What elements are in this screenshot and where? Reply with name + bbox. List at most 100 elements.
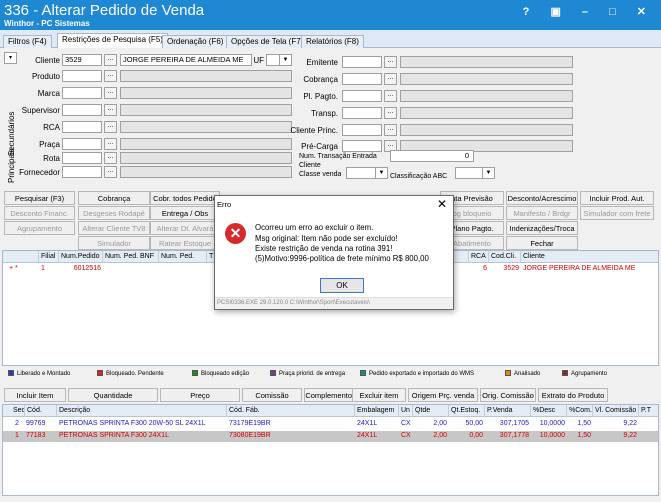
indenizacoes-troca-button[interactable]: Indenizações/Troca — [506, 221, 578, 235]
precarga-field[interactable] — [342, 140, 382, 152]
cobranca-field[interactable] — [342, 73, 382, 85]
rca-search-button[interactable]: … — [104, 121, 117, 133]
col-com[interactable]: %Com. — [567, 405, 593, 417]
row-marker[interactable]: + * — [9, 264, 18, 274]
alterar-cliente-tv8-button[interactable]: Alterar Cliente TV8 — [78, 221, 150, 235]
legend-label: Liberado e Montado — [17, 371, 71, 377]
incluir-item-button[interactable]: Incluir Item — [4, 388, 66, 402]
col-cliente[interactable]: Cliente — [521, 251, 658, 263]
rota-search-button[interactable]: … — [104, 152, 117, 164]
plpagto-search-button[interactable]: … — [384, 90, 397, 102]
close-icon[interactable]: ✕ — [437, 197, 447, 211]
excluir-item-button[interactable]: Excluir item — [352, 388, 406, 402]
produto-search-button[interactable]: … — [104, 70, 117, 82]
col-vl-comissao[interactable]: Vl. Comissão — [593, 405, 639, 417]
orig-comissao-button[interactable]: Orig. Comissão — [480, 388, 536, 402]
praca-field[interactable] — [62, 138, 102, 150]
transp-field[interactable] — [342, 107, 382, 119]
emitente-search-button[interactable]: … — [384, 56, 397, 68]
col-descricao[interactable]: Descrição — [57, 405, 227, 417]
legend-label: Bloqueado. Pendente — [106, 371, 164, 377]
cliente-princ-field[interactable] — [342, 124, 382, 136]
col-desc-pct[interactable]: %Desc — [531, 405, 567, 417]
praca-search-button[interactable]: … — [104, 138, 117, 150]
transp-search-button[interactable]: … — [384, 107, 397, 119]
cell-sec: 2 — [15, 420, 19, 427]
col-num-ped[interactable]: Num. Ped. — [159, 251, 207, 263]
cobr-todos-pedido-button[interactable]: Cobr. todos Pedido — [150, 191, 220, 205]
ok-button[interactable]: OK — [320, 278, 364, 293]
classe-venda-dropdown-icon[interactable]: ▼ — [375, 167, 388, 179]
desconto-acrescimo-button[interactable]: Desconto/Acrescimo — [506, 191, 578, 205]
classificacao-abc-dropdown-icon[interactable]: ▼ — [482, 167, 495, 179]
col-cod-cli[interactable]: Cod.Cli. — [489, 251, 521, 263]
cliente-code-field[interactable]: 3529 — [62, 54, 102, 66]
ratear-estoque-button[interactable]: Ratear Estoque — [150, 236, 220, 250]
tab-opcoes[interactable]: Opções de Tela (F7) — [226, 35, 309, 48]
cell-filial: 1 — [41, 265, 45, 272]
col-un[interactable]: Un — [399, 405, 413, 417]
col-num-pedido[interactable]: Num.Pedido — [59, 251, 103, 263]
agrupamento-button[interactable]: Agrupamento — [4, 221, 75, 235]
fechar-button[interactable]: Fechar — [506, 236, 578, 250]
cliente-search-button[interactable]: … — [104, 54, 117, 66]
item-row[interactable]: 2 99769 PETRONAS SPRINTA F300 20W-50 SL … — [3, 419, 658, 430]
col-qt-estoq[interactable]: Qt.Estoq. — [449, 405, 485, 417]
rca-field[interactable] — [62, 121, 102, 133]
simulador-button[interactable]: Simulador — [78, 236, 150, 250]
manifesto-button[interactable]: Manifesto / Brdgr — [506, 206, 578, 220]
window-controls[interactable]: ? ▣ – □ ✕ — [523, 5, 655, 18]
pesquisar-button[interactable]: Pesquisar (F3) — [4, 191, 75, 205]
origem-prc-venda-button[interactable]: Origem Prç. venda — [408, 388, 478, 402]
fornecedor-field[interactable] — [62, 166, 102, 178]
num-transacao-field[interactable]: 0 — [390, 150, 474, 162]
emitente-field[interactable] — [342, 56, 382, 68]
tab-ordenacao[interactable]: Ordenação (F6) — [162, 35, 229, 48]
supervisor-search-button[interactable]: … — [104, 104, 117, 116]
quantidade-button[interactable]: Quantidade — [68, 388, 158, 402]
desgeses-rodape-button[interactable]: Desgeses Rodapé — [78, 206, 150, 220]
col-cod[interactable]: Cód. — [25, 405, 57, 417]
col-sec[interactable]: Sec — [11, 405, 25, 417]
tab-relatorios[interactable]: Relatórios (F8) — [301, 35, 364, 48]
tab-bar: Filtros (F4) Restrições de Pesquisa (F5)… — [0, 30, 661, 48]
marca-search-button[interactable]: … — [104, 87, 117, 99]
marca-field[interactable] — [62, 87, 102, 99]
marca-desc — [120, 87, 292, 99]
legend-swatch — [192, 370, 198, 376]
plpagto-field[interactable] — [342, 90, 382, 102]
supervisor-field[interactable] — [62, 104, 102, 116]
cell-vl-comissao: 9,22 — [623, 432, 637, 439]
entrega-obs-button[interactable]: Entrega / Obs — [150, 206, 220, 220]
incluir-prod-aut-button[interactable]: Incluir Prod. Aut. — [580, 191, 654, 205]
simulador-com-frete-button[interactable]: Simulador com frete — [580, 206, 654, 220]
produto-field[interactable] — [62, 70, 102, 82]
fornecedor-search-button[interactable]: … — [104, 166, 117, 178]
col-num-ped-bnf[interactable]: Num. Ped. BNF — [103, 251, 159, 263]
col-p-venda[interactable]: P.Venda — [485, 405, 531, 417]
desconto-financ-button[interactable]: Desconto Financ. — [4, 206, 75, 220]
rota-field[interactable] — [62, 152, 102, 164]
window-title: 336 - Alterar Pedido de Venda — [4, 2, 205, 19]
col-rca[interactable]: RCA — [469, 251, 489, 263]
cell-qtde: 2,00 — [433, 420, 447, 427]
tab-filtros[interactable]: Filtros (F4) — [3, 35, 52, 48]
col-pt[interactable]: P.T — [639, 405, 658, 417]
cobranca-search-button[interactable]: … — [384, 73, 397, 85]
item-row[interactable]: 1 77183 PETRONAS SPRINTA F300 24X1L 7308… — [3, 431, 658, 442]
comissao-button[interactable]: Comissão — [242, 388, 302, 402]
cell-qt-estoq: 50,00 — [465, 420, 483, 427]
col-embalagem[interactable]: Embalagem — [355, 405, 399, 417]
col-filial[interactable]: Filial — [39, 251, 59, 263]
legend-label: Bloqueado edição — [201, 371, 250, 377]
preco-button[interactable]: Preço — [160, 388, 240, 402]
tab-restricoes[interactable]: Restrições de Pesquisa (F5) — [57, 33, 168, 48]
alterar-dt-alvara-button[interactable]: Alterar Dt. Alvará — [150, 221, 220, 235]
col-qtde[interactable]: Qtde — [413, 405, 449, 417]
col-cod-fab[interactable]: Cód. Fáb. — [227, 405, 355, 417]
legend-swatch — [97, 370, 103, 376]
extrato-produto-button[interactable]: Extrato do Produto — [538, 388, 608, 402]
cobranca-button[interactable]: Cobrança — [78, 191, 150, 205]
cliente-princ-search-button[interactable]: … — [384, 124, 397, 136]
col-marker — [3, 251, 39, 263]
